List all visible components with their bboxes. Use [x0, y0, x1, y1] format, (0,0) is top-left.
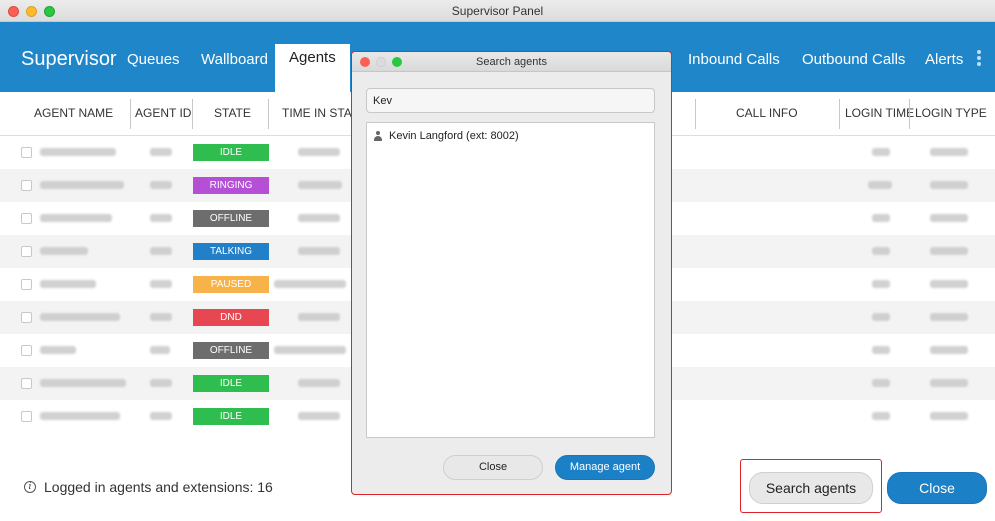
status-badge: IDLE: [193, 375, 269, 392]
row-checkbox[interactable]: [21, 147, 32, 158]
col-login-type[interactable]: LOGIN TYPE: [915, 106, 987, 120]
list-item[interactable]: Kevin Langford (ext: 8002): [373, 130, 519, 142]
search-results-list: Kevin Langford (ext: 8002): [366, 122, 655, 438]
col-agent-name[interactable]: AGENT NAME: [34, 106, 113, 120]
window-titlebar: Supervisor Panel: [0, 0, 995, 22]
minimize-window-icon[interactable]: [26, 6, 37, 17]
maximize-window-icon[interactable]: [44, 6, 55, 17]
dialog-close-button[interactable]: Close: [443, 455, 543, 480]
window-title: Supervisor Panel: [451, 3, 544, 18]
dialog-titlebar: Search agents: [352, 52, 671, 72]
result-label: Kevin Langford (ext: 8002): [389, 130, 519, 142]
row-checkbox[interactable]: [21, 246, 32, 257]
search-agents-button[interactable]: Search agents: [749, 472, 873, 504]
person-icon: [373, 131, 383, 141]
row-checkbox[interactable]: [21, 378, 32, 389]
row-checkbox[interactable]: [21, 312, 32, 323]
tab-inbound-calls[interactable]: Inbound Calls: [688, 51, 780, 68]
col-agent-id[interactable]: AGENT ID: [135, 106, 191, 120]
row-checkbox[interactable]: [21, 345, 32, 356]
tab-queues[interactable]: Queues: [127, 51, 180, 68]
status-badge: OFFLINE: [193, 342, 269, 359]
status-badge: IDLE: [193, 144, 269, 161]
dialog-title: Search agents: [476, 56, 547, 68]
col-call-info[interactable]: CALL INFO: [736, 106, 798, 120]
tab-alerts[interactable]: Alerts: [925, 51, 963, 68]
row-checkbox[interactable]: [21, 411, 32, 422]
status-badge: RINGING: [193, 177, 269, 194]
close-button[interactable]: Close: [887, 472, 987, 504]
col-time-in-state[interactable]: TIME IN STAT: [282, 106, 358, 120]
close-window-icon[interactable]: [8, 6, 19, 17]
status-badge: PAUSED: [193, 276, 269, 293]
col-login-time[interactable]: LOGIN TIME: [845, 106, 914, 120]
status-badge: IDLE: [193, 408, 269, 425]
status-badge: TALKING: [193, 243, 269, 260]
search-agents-dialog: Search agents Kev Kevin Langford (ext: 8…: [351, 51, 672, 495]
more-menu-icon[interactable]: [977, 50, 983, 66]
row-checkbox[interactable]: [21, 279, 32, 290]
status-badge: OFFLINE: [193, 210, 269, 227]
row-checkbox[interactable]: [21, 180, 32, 191]
tab-wallboard[interactable]: Wallboard: [201, 51, 268, 68]
manage-agent-button[interactable]: Manage agent: [555, 455, 655, 480]
status-badge: DND: [193, 309, 269, 326]
logged-in-summary: i Logged in agents and extensions: 16: [24, 479, 273, 495]
tab-agents[interactable]: Agents: [275, 44, 350, 92]
logged-in-text: Logged in agents and extensions: 16: [44, 479, 273, 495]
brand-title: Supervisor: [21, 48, 117, 70]
tab-outbound-calls[interactable]: Outbound Calls: [802, 51, 905, 68]
info-icon: i: [24, 481, 36, 493]
row-checkbox[interactable]: [21, 213, 32, 224]
agent-search-input[interactable]: Kev: [366, 88, 655, 113]
col-state[interactable]: STATE: [214, 106, 251, 120]
